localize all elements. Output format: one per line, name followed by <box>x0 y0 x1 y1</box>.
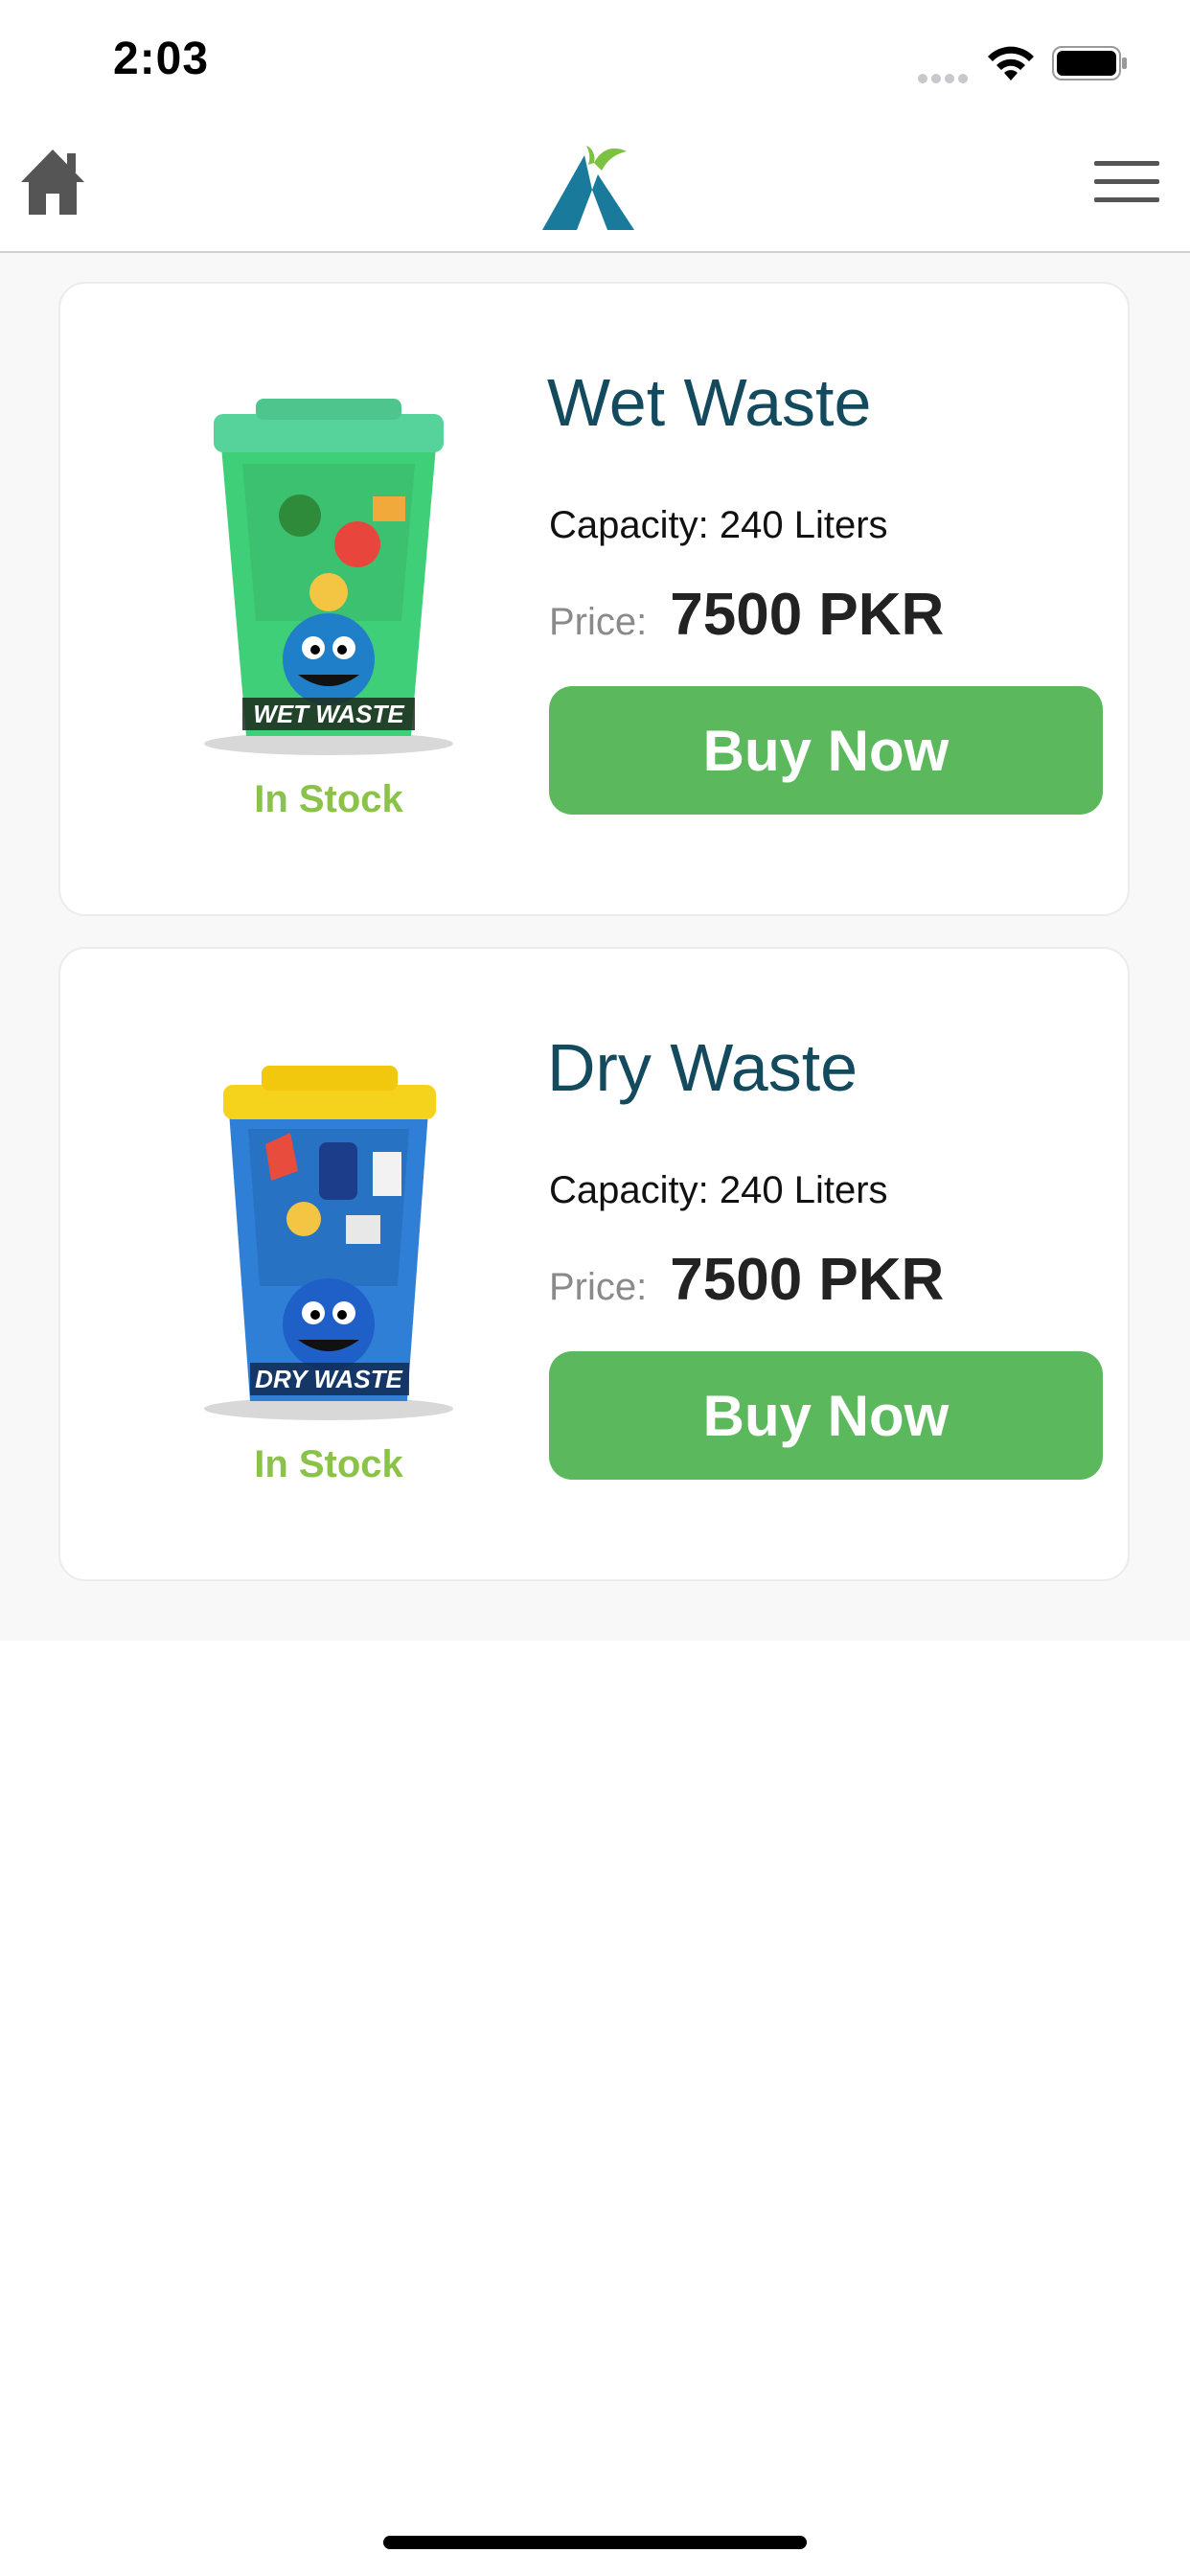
product-title: Wet Waste <box>547 365 872 440</box>
buy-now-button[interactable]: Buy Now <box>549 686 1103 815</box>
top-navigation-bar <box>0 134 1190 253</box>
price-row: Price: 7500 PKR <box>549 1246 944 1315</box>
wet-waste-bin-label: WET WASTE <box>253 700 404 728</box>
price-value: 7500 PKR <box>670 582 945 648</box>
stock-status: In Stock <box>254 778 403 820</box>
wet-waste-bin-image: WET WASTE <box>204 399 453 755</box>
home-icon[interactable] <box>17 144 88 220</box>
product-card-wet-waste: WET WASTE In Stock Wet Waste Capacity: 2… <box>58 282 1130 916</box>
dry-waste-bin-label: DRY WASTE <box>255 1365 402 1393</box>
price-value: 7500 PKR <box>670 1247 945 1313</box>
wifi-icon <box>988 46 1034 80</box>
buy-now-button[interactable]: Buy Now <box>549 1351 1103 1480</box>
price-label: Price: <box>549 601 648 643</box>
home-indicator[interactable] <box>383 2536 807 2549</box>
product-list: WET WASTE In Stock Wet Waste Capacity: 2… <box>0 253 1190 1641</box>
price-row: Price: 7500 PKR <box>549 581 944 650</box>
product-card-dry-waste: DRY WASTE In Stock Dry Waste Capacity: 2… <box>58 947 1130 1581</box>
dry-waste-bin-image: DRY WASTE <box>204 1066 453 1420</box>
price-label: Price: <box>549 1266 648 1308</box>
cellular-signal-icon <box>918 71 975 83</box>
battery-icon <box>1052 46 1127 80</box>
status-time: 2:03 <box>113 34 210 84</box>
brand-logo[interactable] <box>538 142 638 230</box>
status-bar: 2:03 <box>0 0 1190 134</box>
product-capacity: Capacity: 240 Liters <box>549 504 888 546</box>
stock-status: In Stock <box>254 1443 403 1485</box>
hamburger-menu-icon[interactable] <box>1094 161 1159 205</box>
product-title: Dry Waste <box>547 1030 858 1105</box>
product-capacity: Capacity: 240 Liters <box>549 1169 888 1211</box>
